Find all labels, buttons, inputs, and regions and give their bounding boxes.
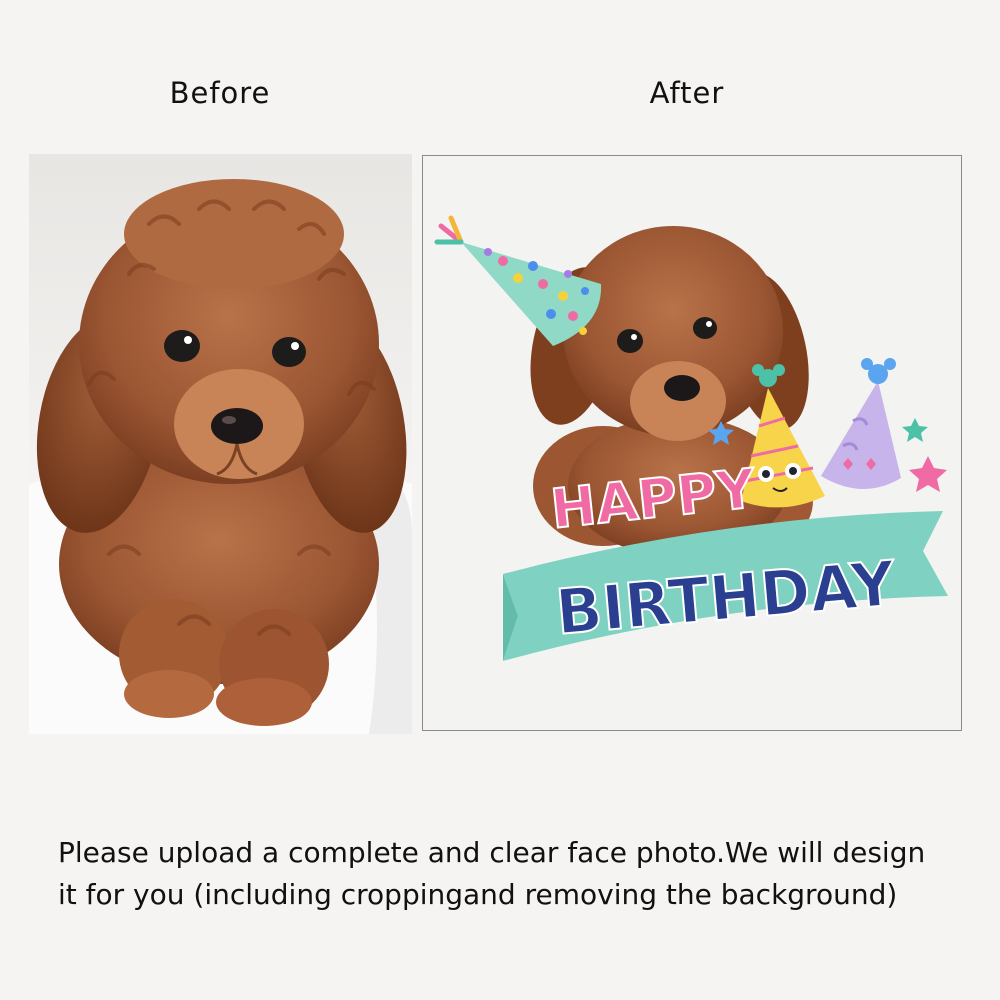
star-pink-icon (909, 456, 947, 492)
caption-line-1: Please upload a complete and clear face … (58, 836, 926, 869)
before-label: Before (169, 76, 271, 110)
after-design: HAPPY BIRTHDAY (422, 155, 962, 731)
party-hat-purple (821, 358, 901, 490)
birthday-design-illustration: HAPPY BIRTHDAY (434, 215, 948, 661)
before-photo (29, 154, 412, 734)
after-label: After (649, 76, 725, 110)
puppy-photo-illustration (29, 179, 412, 734)
caption-line-2: it for you (including croppingand removi… (58, 878, 898, 911)
party-hat-left (434, 215, 602, 346)
star-teal-icon (902, 418, 928, 442)
